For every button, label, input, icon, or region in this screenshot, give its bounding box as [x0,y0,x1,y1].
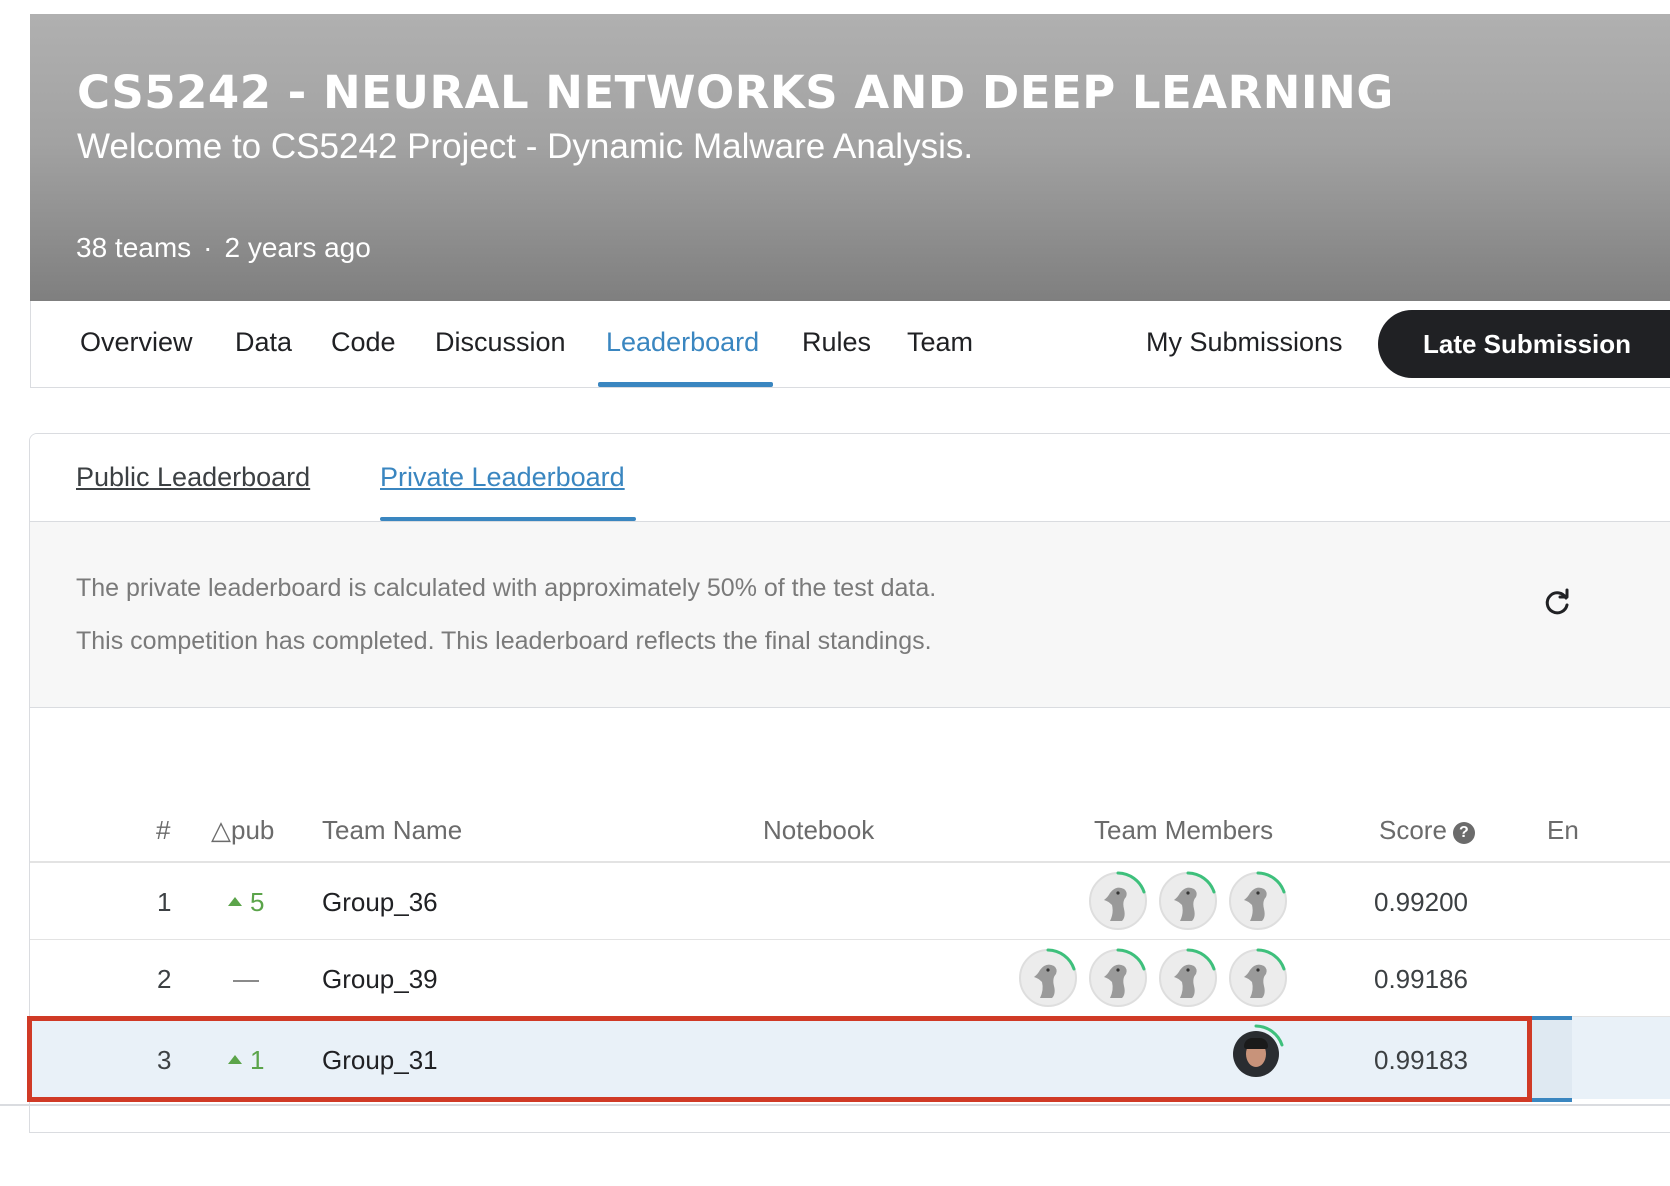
rank-cell: 1 [157,887,172,917]
competition-meta: 38 teams · 2 years ago [76,232,371,264]
tab-public-leaderboard[interactable]: Public Leaderboard [76,462,310,493]
team-name-link[interactable]: Group_31 [322,1045,438,1076]
column-team-name: Team Name [322,815,463,845]
member-avatar[interactable] [1229,948,1287,1007]
refresh-icon[interactable] [1542,588,1572,618]
arrow-up-icon [228,1055,242,1064]
member-avatar[interactable] [1229,871,1287,930]
active-subtab-indicator [380,517,636,521]
leaderboard-subtabs: Public Leaderboard Private Leaderboard [30,434,1670,522]
column-score: Score? [1379,815,1475,846]
rank-cell: 3 [157,1045,172,1075]
help-icon[interactable]: ? [1452,822,1475,844]
tab-private-leaderboard[interactable]: Private Leaderboard [380,462,625,493]
kaggle-leaderboard-page: CS5242 - NEURAL NETWORKS AND DEEP LEARNI… [0,0,1670,1186]
member-avatar[interactable] [1019,948,1077,1007]
rank-cell: 2 [157,964,172,994]
meta-separator: · [203,232,213,263]
active-tab-indicator [598,382,773,387]
member-avatar[interactable] [1233,1024,1284,1077]
tab-data[interactable]: Data [235,327,292,358]
delta-cell: 5 [228,887,264,918]
leaderboard-card: Public Leaderboard Private Leaderboard T… [29,433,1670,1133]
team-name-link[interactable]: Group_36 [322,887,438,918]
teams-count: 38 teams [76,232,192,263]
column-notebook: Notebook [763,815,875,845]
score-cell: 0.99183 [1374,1045,1468,1075]
table-row-highlighted[interactable]: 3 1 Group_31 0.99183 [30,1017,1670,1099]
info-text-split: The private leaderboard is calculated wi… [76,574,937,602]
delta-cell: 1 [228,1045,264,1076]
member-avatar[interactable] [1089,948,1147,1007]
delta-value: 1 [250,1045,265,1075]
competition-nav: Overview Data Code Discussion Leaderboar… [30,301,1670,388]
column-rank: # [156,815,171,845]
info-text-completed: This competition has completed. This lea… [76,627,932,655]
column-entries: En [1547,815,1579,845]
member-avatar[interactable] [1159,948,1217,1007]
competition-title: CS5242 - NEURAL NETWORKS AND DEEP LEARNI… [77,66,1394,119]
column-score-label: Score [1379,815,1447,845]
delta-value: 5 [250,887,265,917]
table-row[interactable]: 2 Group_39 0.99186 [30,940,1670,1017]
leaderboard-info: The private leaderboard is calculated wi… [30,522,1670,708]
score-cell: 0.99200 [1374,887,1468,917]
row-selection-accent [1532,1016,1572,1102]
competition-subtitle: Welcome to CS5242 Project - Dynamic Malw… [77,127,974,166]
competition-age: 2 years ago [224,232,371,263]
no-change-dash [233,980,259,982]
tab-team[interactable]: Team [907,327,973,358]
avatar-hair [1244,1038,1268,1049]
tab-overview[interactable]: Overview [80,327,193,358]
member-avatar[interactable] [1159,871,1217,930]
my-submissions-link[interactable]: My Submissions [1146,327,1343,358]
team-name-link[interactable]: Group_39 [322,964,438,995]
tab-code[interactable]: Code [331,327,396,358]
competition-header: CS5242 - NEURAL NETWORKS AND DEEP LEARNI… [30,14,1670,301]
arrow-up-icon [228,897,242,906]
tab-leaderboard[interactable]: Leaderboard [606,327,759,358]
bottom-divider [0,1104,1670,1106]
column-delta-public[interactable]: △pub [211,815,274,846]
late-submission-button[interactable]: Late Submission [1378,310,1670,378]
member-avatar[interactable] [1089,871,1147,930]
table-row[interactable]: 1 5 Group_36 0.99200 [30,863,1670,940]
tab-rules[interactable]: Rules [802,327,871,358]
tab-discussion[interactable]: Discussion [435,327,566,358]
column-team-members: Team Members [1094,815,1274,845]
score-cell: 0.99186 [1374,964,1468,994]
